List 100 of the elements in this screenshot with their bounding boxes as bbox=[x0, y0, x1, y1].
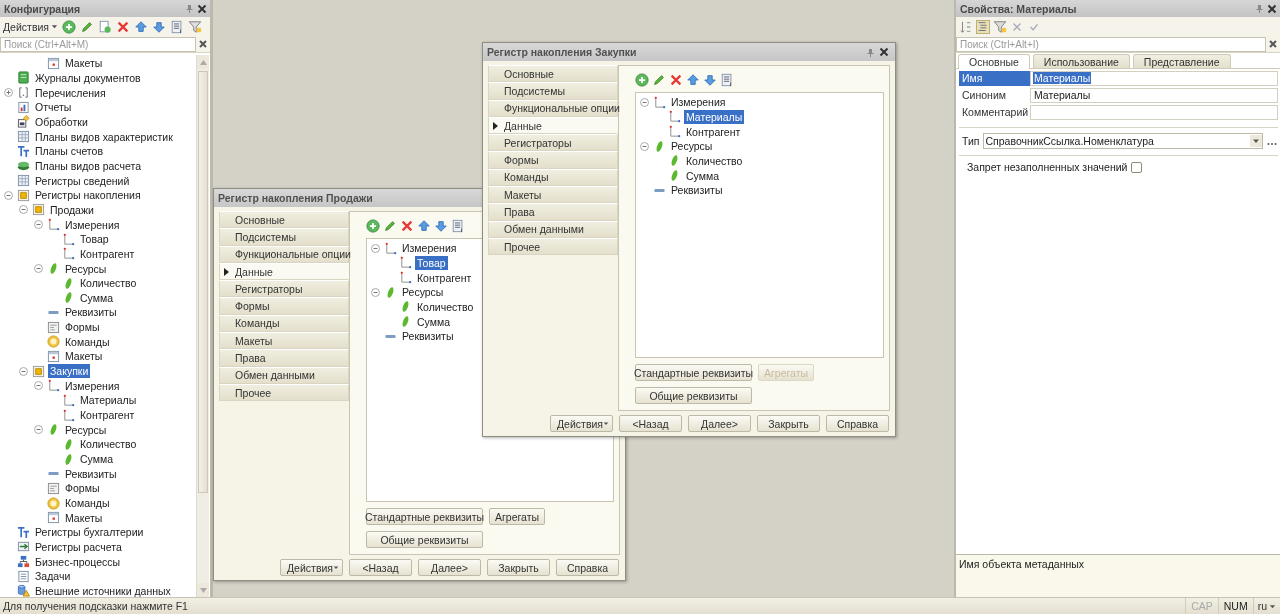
expand-toggle[interactable] bbox=[19, 366, 28, 376]
copy-icon[interactable] bbox=[98, 19, 112, 34]
tree-item[interactable]: Контрагент bbox=[78, 246, 137, 261]
tree-item[interactable]: Ресурсы bbox=[400, 285, 446, 300]
tab[interactable]: Регистраторы bbox=[219, 280, 349, 298]
tab[interactable]: Формы bbox=[488, 151, 618, 169]
tree-item[interactable]: Отчеты bbox=[33, 100, 74, 115]
tree-item[interactable]: Планы видов характеристик bbox=[33, 129, 175, 144]
expand-toggle[interactable] bbox=[19, 205, 28, 215]
expand-toggle[interactable] bbox=[34, 220, 43, 230]
tree-item[interactable]: Ресурсы bbox=[63, 422, 109, 437]
actions-menu-button[interactable]: Действия bbox=[550, 415, 613, 432]
button[interactable]: Закрыть bbox=[487, 559, 550, 576]
tab[interactable]: Использование bbox=[1032, 54, 1130, 68]
button[interactable]: Агрегаты bbox=[489, 508, 546, 525]
tab[interactable]: Права bbox=[219, 349, 349, 367]
tree-item[interactable]: Сумма bbox=[684, 168, 721, 183]
tree-item[interactable]: Перечисления bbox=[33, 85, 108, 100]
tree-item[interactable]: Количество bbox=[684, 153, 745, 168]
button[interactable]: Закрыть bbox=[757, 415, 820, 432]
tab[interactable]: Представление bbox=[1132, 54, 1231, 68]
input-field[interactable] bbox=[1030, 104, 1278, 120]
tab[interactable]: Регистраторы bbox=[488, 134, 618, 152]
tree-item[interactable]: Сумма bbox=[415, 314, 452, 329]
tree-item[interactable]: Количество bbox=[78, 276, 139, 291]
tree-item[interactable]: Сумма bbox=[78, 452, 115, 467]
dropdown-icon[interactable] bbox=[1250, 135, 1262, 147]
list-icon[interactable] bbox=[720, 73, 734, 87]
button[interactable]: Общие реквизиты bbox=[366, 531, 483, 548]
expand-toggle[interactable] bbox=[4, 88, 13, 98]
expand-toggle[interactable] bbox=[640, 97, 649, 107]
tree-item[interactable]: Регистры бухгалтерии bbox=[33, 525, 146, 540]
tree-item[interactable]: Реквизиты bbox=[63, 305, 119, 320]
actions-menu-button[interactable]: Действия bbox=[3, 20, 58, 33]
button[interactable]: Общие реквизиты bbox=[635, 387, 752, 404]
tree-item[interactable]: Реквизиты bbox=[400, 329, 456, 344]
expand-toggle[interactable] bbox=[371, 243, 380, 253]
expand-toggle[interactable] bbox=[34, 264, 43, 273]
tab[interactable]: Формы bbox=[219, 297, 349, 315]
input-field[interactable]: Материалы bbox=[1030, 87, 1278, 103]
button[interactable]: Справка bbox=[826, 415, 889, 432]
add-icon[interactable] bbox=[366, 219, 380, 233]
search-field[interactable]: Поиск (Ctrl+Alt+I) bbox=[956, 36, 1266, 52]
tree-item[interactable]: Регистры накопления bbox=[33, 188, 143, 203]
scrollbar[interactable] bbox=[196, 55, 209, 597]
button[interactable]: Далее> bbox=[418, 559, 481, 576]
add-icon[interactable] bbox=[635, 73, 649, 87]
button[interactable]: Далее> bbox=[688, 415, 751, 432]
tree-item[interactable]: Продажи bbox=[48, 202, 96, 217]
tree-item[interactable]: Реквизиты bbox=[63, 466, 119, 481]
arrow-up-icon[interactable] bbox=[199, 59, 207, 65]
input-field[interactable]: Материалы bbox=[1030, 70, 1278, 86]
tree-view-icon[interactable] bbox=[976, 19, 990, 34]
tree-item[interactable]: Журналы документов bbox=[33, 71, 143, 85]
pin-icon[interactable] bbox=[186, 4, 193, 13]
tree-item[interactable]: Контрагент bbox=[684, 124, 743, 139]
tree-item[interactable]: Измерения bbox=[400, 241, 459, 256]
pencil-icon[interactable] bbox=[652, 73, 666, 87]
close-icon[interactable] bbox=[879, 47, 889, 57]
type-dropdown[interactable]: СправочникСсылка.Номенклатура bbox=[982, 133, 1263, 149]
tree-item[interactable]: Контрагент bbox=[415, 270, 474, 285]
pin-icon[interactable] bbox=[1256, 4, 1263, 13]
checkbox[interactable] bbox=[1131, 161, 1143, 173]
button[interactable]: <Назад bbox=[349, 559, 412, 576]
arrow-down-icon[interactable] bbox=[434, 219, 448, 233]
tree-item[interactable]: Измерения bbox=[63, 378, 122, 393]
tree-item[interactable]: Количество bbox=[415, 299, 476, 314]
language-button[interactable]: ru bbox=[1252, 598, 1280, 614]
tree-item[interactable]: Планы видов расчета bbox=[33, 158, 143, 173]
arrow-up-icon[interactable] bbox=[134, 19, 148, 34]
list-icon[interactable] bbox=[451, 219, 465, 233]
close-icon[interactable] bbox=[1267, 3, 1277, 14]
tab[interactable]: Макеты bbox=[488, 186, 618, 204]
tree-item[interactable]: Регистры расчета bbox=[33, 540, 124, 554]
search-field[interactable]: Поиск (Ctrl+Alt+M) bbox=[0, 36, 196, 52]
button[interactable]: Стандартные реквизиты bbox=[366, 508, 483, 525]
tree-item[interactable]: Материалы bbox=[78, 393, 139, 408]
tab[interactable]: Подсистемы bbox=[219, 228, 349, 246]
tree-item[interactable]: Материалы bbox=[684, 110, 745, 124]
tab[interactable]: Права bbox=[488, 203, 618, 221]
pencil-icon[interactable] bbox=[383, 219, 397, 233]
arrow-up-icon[interactable] bbox=[686, 73, 700, 87]
tree-item[interactable]: Регистры сведений bbox=[33, 173, 132, 188]
actions-menu-button[interactable]: Действия bbox=[280, 559, 343, 576]
button[interactable]: <Назад bbox=[619, 415, 682, 432]
pencil-icon[interactable] bbox=[80, 19, 94, 34]
tab[interactable]: Основные bbox=[219, 211, 349, 229]
tree-item[interactable]: Обработки bbox=[33, 114, 90, 129]
tree-item[interactable]: Товар bbox=[415, 256, 448, 270]
tab[interactable]: Основные bbox=[488, 65, 618, 83]
tree-item[interactable]: Закупки bbox=[48, 364, 91, 379]
tree-item[interactable]: Измерения bbox=[669, 95, 728, 110]
tree-item[interactable]: Макеты bbox=[63, 349, 105, 364]
button[interactable]: Стандартные реквизиты bbox=[635, 364, 752, 381]
delete-icon[interactable] bbox=[669, 73, 683, 87]
expand-toggle[interactable] bbox=[371, 287, 380, 297]
tab[interactable]: Подсистемы bbox=[488, 82, 618, 100]
list-icon[interactable] bbox=[170, 19, 184, 34]
tree-item[interactable]: Измерения bbox=[63, 217, 122, 232]
arrow-down-icon[interactable] bbox=[703, 73, 717, 87]
